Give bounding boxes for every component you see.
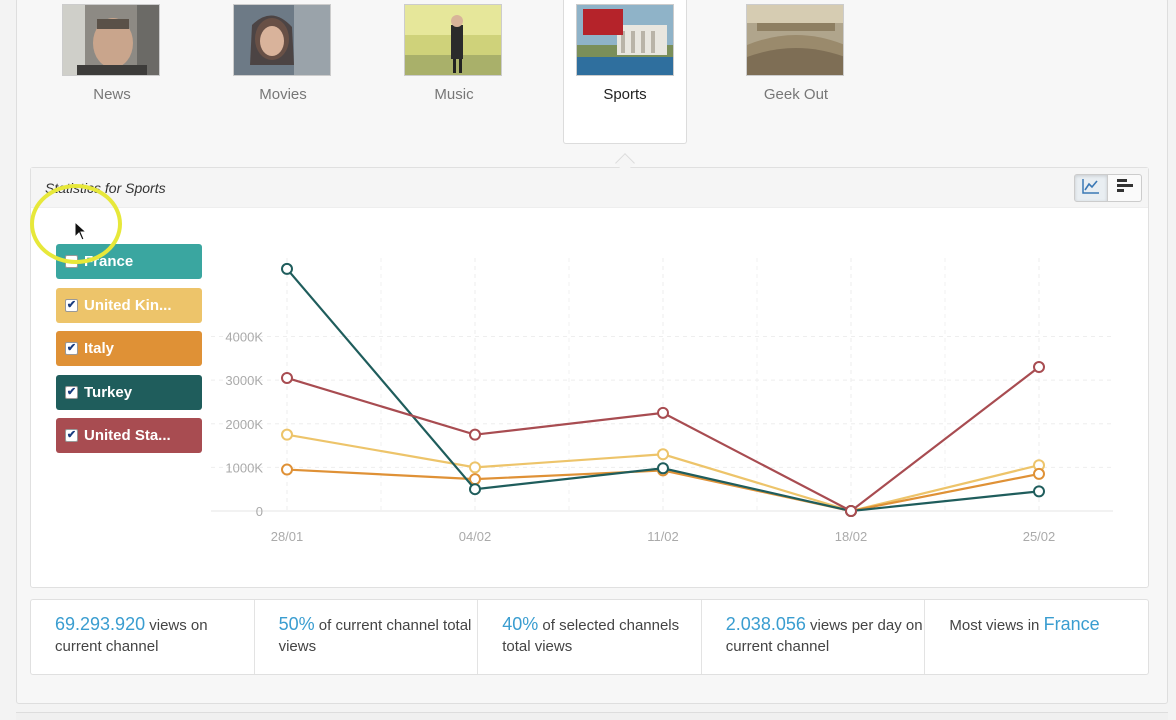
geek-out-thumbnail (746, 4, 844, 76)
channel-tabs: News Movies Music Sports Geek Out (0, 0, 1176, 150)
chart-view-toggle (1074, 174, 1142, 202)
summary-total-views: 69.293.920 views on current channel (31, 600, 255, 674)
data-point (281, 428, 293, 441)
y-tick-label: 4000K (225, 330, 263, 345)
summary-most-views: Most views in France (925, 600, 1148, 674)
summary-text: Most views in (949, 617, 1044, 634)
data-point (657, 462, 669, 475)
y-tick-label: 0 (256, 504, 263, 519)
summary-value: 69.293.920 (55, 614, 146, 634)
views-line-chart: 0 1000K 2000K 3000K 4000K 28/01 04/02 11/02 18/0… (211, 258, 1113, 544)
bar-chart-icon (1116, 178, 1134, 199)
tab-geek-out[interactable]: Geek Out (734, 0, 858, 144)
data-point (469, 428, 481, 441)
data-point (281, 371, 293, 384)
tab-label: Movies (259, 86, 307, 103)
tab-label: Sports (603, 86, 647, 103)
summary-value: France (1043, 614, 1100, 634)
summary-channel-share: 50% of current channel total views (255, 600, 479, 674)
data-point (469, 473, 481, 486)
statistics-panel: Statistics for Sports France ✔ United Kin.… (30, 167, 1149, 588)
tab-label: Geek Out (763, 86, 829, 103)
mouse-cursor-icon (74, 220, 88, 246)
y-tick-label: 1000K (225, 460, 263, 475)
sports-thumbnail (576, 4, 674, 76)
data-point (469, 483, 481, 496)
data-point (1033, 361, 1045, 374)
summary-selected-share: 40% of selected channels total views (478, 600, 702, 674)
data-point (469, 461, 481, 474)
tab-label: Music (434, 86, 474, 103)
x-tick-label: 04/02 (459, 529, 492, 544)
data-point (1033, 467, 1045, 480)
movies-thumbnail (233, 4, 331, 76)
data-point (657, 448, 669, 461)
summary-daily-views: 2.038.056 views per day on current chann… (702, 600, 926, 674)
line-chart-icon (1082, 178, 1100, 199)
data-point (281, 463, 293, 476)
data-point (281, 262, 293, 275)
x-tick-label: 11/02 (647, 529, 679, 544)
music-thumbnail (404, 4, 502, 76)
tab-movies[interactable]: Movies (221, 0, 345, 144)
data-point (1033, 485, 1045, 498)
tab-label: News (93, 86, 131, 103)
tab-sports[interactable]: Sports (563, 0, 687, 144)
panel-header: Statistics for Sports (31, 168, 1148, 208)
summary-value: 50% (278, 614, 315, 634)
news-thumbnail (62, 4, 160, 76)
x-tick-label: 28/01 (271, 529, 304, 544)
y-tick-label: 2000K (225, 417, 263, 432)
tab-music[interactable]: Music (392, 0, 516, 144)
next-section-edge (16, 712, 1168, 720)
data-point (657, 406, 669, 419)
summary-strip: 69.293.920 views on current channel 50% … (30, 599, 1149, 675)
data-point (845, 505, 857, 517)
y-tick-label: 3000K (225, 373, 263, 388)
x-tick-label: 25/02 (1023, 529, 1056, 544)
summary-value: 2.038.056 (725, 614, 806, 634)
x-tick-label: 18/02 (835, 529, 868, 544)
line-chart-view-button[interactable] (1074, 174, 1108, 202)
tab-news[interactable]: News (50, 0, 174, 144)
bar-chart-view-button[interactable] (1108, 174, 1142, 202)
summary-value: 40% (502, 614, 539, 634)
